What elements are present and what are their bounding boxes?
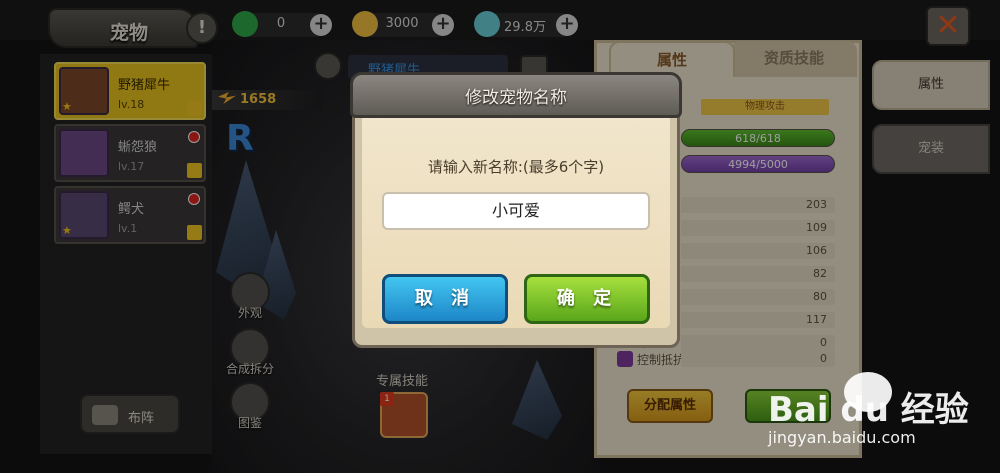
watermark-logo: Bai du 经验 xyxy=(768,390,969,430)
dialog-title: 修改宠物名称 xyxy=(465,88,567,108)
dialog-header: 修改宠物名称 xyxy=(350,72,682,118)
confirm-button[interactable]: 确 定 xyxy=(524,274,650,324)
cancel-button[interactable]: 取 消 xyxy=(382,274,508,324)
watermark-url: jingyan.baidu.com xyxy=(768,428,916,447)
baidu-watermark: Bai du 经验 jingyan.baidu.com xyxy=(768,370,994,460)
game-screen: 宠物 ! 0 + 3000 + 29.8万 + ✕ ★ 野猪犀牛 lv.18 蜥… xyxy=(0,0,1000,473)
pet-name-input[interactable]: 小可爱 xyxy=(382,192,650,230)
rename-dialog: 修改宠物名称 请输入新名称:(最多6个字) 小可爱 取 消 确 定 xyxy=(350,72,682,348)
dialog-prompt: 请输入新名称:(最多6个字) xyxy=(427,158,605,176)
